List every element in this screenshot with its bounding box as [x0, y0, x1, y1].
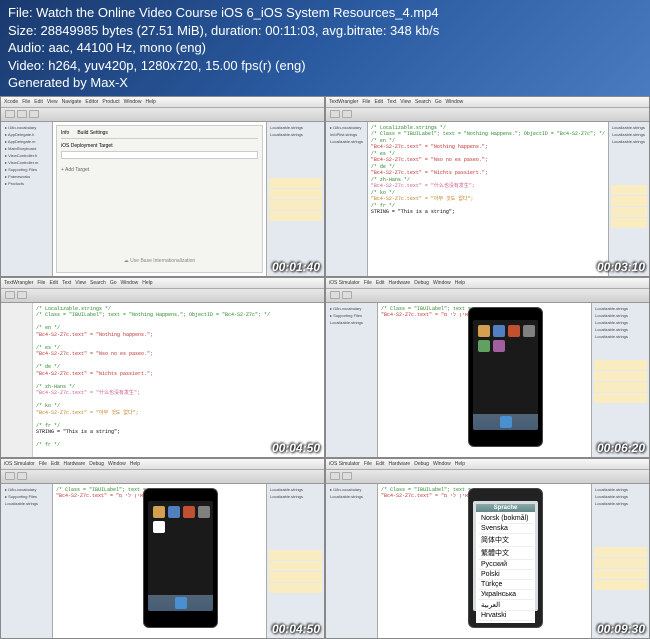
language-item[interactable]: Hrvatski — [478, 611, 533, 621]
file-line: File: Watch the Online Video Course iOS … — [8, 4, 642, 22]
app-icon[interactable] — [198, 506, 210, 518]
video-line: Video: h264, yuv420p, 1280x720, 15.00 fp… — [8, 57, 642, 75]
size-line: Size: 28849985 bytes (27.51 MiB), durati… — [8, 22, 642, 40]
thumbnail-5: iOS SimulatorFileEditHardwareDebugWindow… — [0, 458, 325, 639]
info-tab[interactable]: Info — [61, 130, 69, 136]
thumbnail-3: TextWranglerFileEditTextViewSearchGoWind… — [0, 277, 325, 458]
file-list[interactable]: ▸ i18n-vocabulary InfoPlist.strings Loca… — [326, 122, 368, 276]
toolbar — [1, 289, 324, 303]
utilities-panel: Localizable.stringsLocalizable.stringsLo… — [591, 484, 649, 638]
audio-line: Audio: aac, 44100 Hz, mono (eng) — [8, 39, 642, 57]
toolbar — [326, 289, 649, 303]
menubar: iOS SimulatorFileEditHardwareDebugWindow… — [326, 278, 649, 289]
project-navigator[interactable]: ▸ i18n-vocabulary Localizable.strings — [326, 484, 378, 638]
menubar: TextWranglerFileEditTextViewSearchGoWind… — [1, 278, 324, 289]
utilities-panel: Localizable.stringsLocalizable.strings — [266, 484, 324, 638]
project-navigator[interactable]: ▸ i18n-vocabulary ▸ Supporting Files Loc… — [326, 303, 378, 457]
utilities-panel: Localizable.stringsLocalizable.stringsLo… — [608, 122, 649, 276]
code-editor[interactable]: /* Localizable.strings */ /* Class = "IB… — [33, 303, 324, 457]
thumbnail-4: iOS SimulatorFileEditHardwareDebugWindow… — [325, 277, 650, 458]
toolbar — [326, 108, 649, 122]
timestamp: 00:04:50 — [272, 441, 320, 455]
thumbnail-2: TextWranglerFileEditTextViewSearchGoWind… — [325, 96, 650, 277]
app-icon[interactable] — [478, 340, 490, 352]
ios-simulator[interactable]: Sprache Norsk (bokmål) Svenska 简体中文 繁體中文… — [468, 488, 543, 628]
app-icon[interactable] — [183, 506, 195, 518]
menubar: TextWranglerFileEditTextViewSearchGoWind… — [326, 97, 649, 108]
language-item[interactable]: 简体中文 — [478, 534, 533, 547]
build-settings-tab[interactable]: Build Settings — [77, 130, 108, 136]
language-item[interactable]: Українська — [478, 590, 533, 600]
language-item[interactable]: Svenska — [478, 524, 533, 534]
app-icon[interactable] — [478, 325, 490, 337]
app-icon[interactable] — [493, 325, 505, 337]
editor-area: Info Build Settings iOS Deployment Targe… — [53, 122, 266, 276]
language-item[interactable]: Русский — [478, 560, 533, 570]
ios-simulator[interactable] — [468, 307, 543, 447]
editor-area: /* Class = "IBUILabel"; text = "Bc4-S2-Z… — [378, 303, 591, 457]
utilities-panel: Localizable.stringsLocalizable.stringsLo… — [591, 303, 649, 457]
app-icon[interactable] — [493, 340, 505, 352]
language-item[interactable]: Norsk (bokmål) — [478, 514, 533, 524]
editor-area: /* Class = "IBUILabel"; text = "Bc4-S2-Z… — [53, 484, 266, 638]
code-editor[interactable]: /* Localizable.strings */ /* Class = "IB… — [368, 122, 608, 276]
timestamp: 00:03:10 — [597, 260, 645, 274]
thumbnail-grid: XcodeFileEditViewNavigateEditorProductWi… — [0, 96, 650, 639]
language-item[interactable]: العربية — [478, 600, 533, 611]
project-navigator[interactable]: ▸ i18n-vocabulary ▸ Supporting Files Loc… — [1, 484, 53, 638]
language-list[interactable]: Norsk (bokmål) Svenska 简体中文 繁體中文 Русский… — [476, 512, 535, 623]
toolbar — [1, 470, 324, 484]
project-navigator[interactable]: ▸ i18n-vocabulary ▸ AppDelegate.h ▸ AppD… — [1, 122, 53, 276]
app-icon[interactable] — [153, 521, 165, 533]
utilities-panel: Localizable.stringsLocalizable.strings — [266, 122, 324, 276]
language-item[interactable]: Polski — [478, 570, 533, 580]
timestamp: 00:06:20 — [597, 441, 645, 455]
timestamp: 00:01:40 — [272, 260, 320, 274]
deployment-target-label: iOS Deployment Target — [61, 143, 258, 149]
menubar: XcodeFileEditViewNavigateEditorProductWi… — [1, 97, 324, 108]
thumbnail-1: XcodeFileEditViewNavigateEditorProductWi… — [0, 96, 325, 277]
file-info-header: File: Watch the Online Video Course iOS … — [0, 0, 650, 96]
toolbar — [326, 470, 649, 484]
editor-area: /* Class = "IBUILabel"; text = "Bc4-S2-Z… — [378, 484, 591, 638]
generated-line: Generated by Max-X — [8, 74, 642, 92]
ios-simulator[interactable] — [143, 488, 218, 628]
language-item[interactable]: Türkçe — [478, 580, 533, 590]
safari-icon[interactable] — [500, 416, 512, 428]
app-icon[interactable] — [523, 325, 535, 337]
nav-title: Sprache — [476, 504, 535, 512]
thumbnail-6: iOS SimulatorFileEditHardwareDebugWindow… — [325, 458, 650, 639]
menubar: iOS SimulatorFileEditHardwareDebugWindow… — [1, 459, 324, 470]
add-target-button[interactable]: + Add Target — [61, 167, 258, 173]
menubar: iOS SimulatorFileEditHardwareDebugWindow… — [326, 459, 649, 470]
app-icon[interactable] — [508, 325, 520, 337]
safari-icon[interactable] — [175, 597, 187, 609]
app-icon[interactable] — [153, 506, 165, 518]
app-icon[interactable] — [168, 506, 180, 518]
toolbar — [1, 108, 324, 122]
language-item[interactable]: 繁體中文 — [478, 547, 533, 560]
